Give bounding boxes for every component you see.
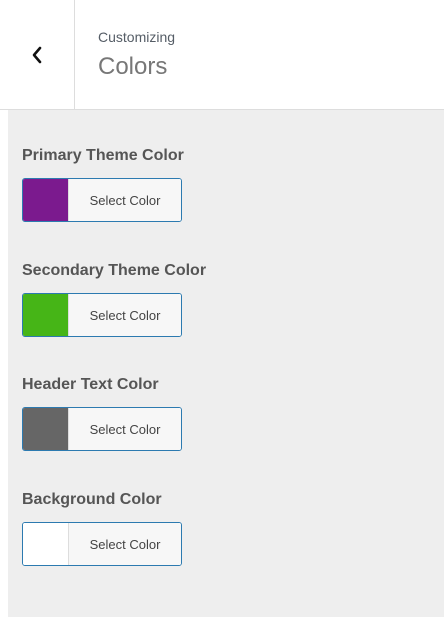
- primary-color-picker[interactable]: Select Color: [22, 178, 182, 222]
- color-swatch: [23, 294, 69, 336]
- control-label: Primary Theme Color: [22, 147, 184, 164]
- select-color-button[interactable]: Select Color: [69, 179, 181, 221]
- color-swatch: [23, 408, 69, 450]
- customizer-header: Customizing Colors: [0, 0, 444, 110]
- header-subtitle: Customizing: [98, 29, 176, 45]
- background-color-picker[interactable]: Select Color: [22, 522, 182, 566]
- select-color-button[interactable]: Select Color: [69, 408, 181, 450]
- color-swatch: [23, 523, 69, 565]
- control-secondary-theme-color: Secondary Theme Color Select Color: [22, 261, 206, 337]
- section-title: Colors: [98, 53, 168, 80]
- color-swatch: [23, 179, 69, 221]
- control-primary-theme-color: Primary Theme Color Select Color: [22, 146, 184, 222]
- control-background-color: Background Color Select Color: [22, 490, 182, 566]
- select-color-button[interactable]: Select Color: [69, 294, 181, 336]
- select-color-button[interactable]: Select Color: [69, 523, 181, 565]
- control-label: Secondary Theme Color: [22, 262, 207, 279]
- control-header-text-color: Header Text Color Select Color: [22, 375, 182, 451]
- header-text: Customizing Colors: [98, 28, 175, 81]
- header-text-color-picker[interactable]: Select Color: [22, 407, 182, 451]
- control-label: Background Color: [22, 491, 162, 508]
- control-label: Header Text Color: [22, 376, 159, 393]
- controls-panel: Primary Theme Color Select Color Seconda…: [8, 110, 444, 617]
- chevron-left-icon: [31, 46, 43, 64]
- secondary-color-picker[interactable]: Select Color: [22, 293, 182, 337]
- back-button[interactable]: [0, 0, 75, 109]
